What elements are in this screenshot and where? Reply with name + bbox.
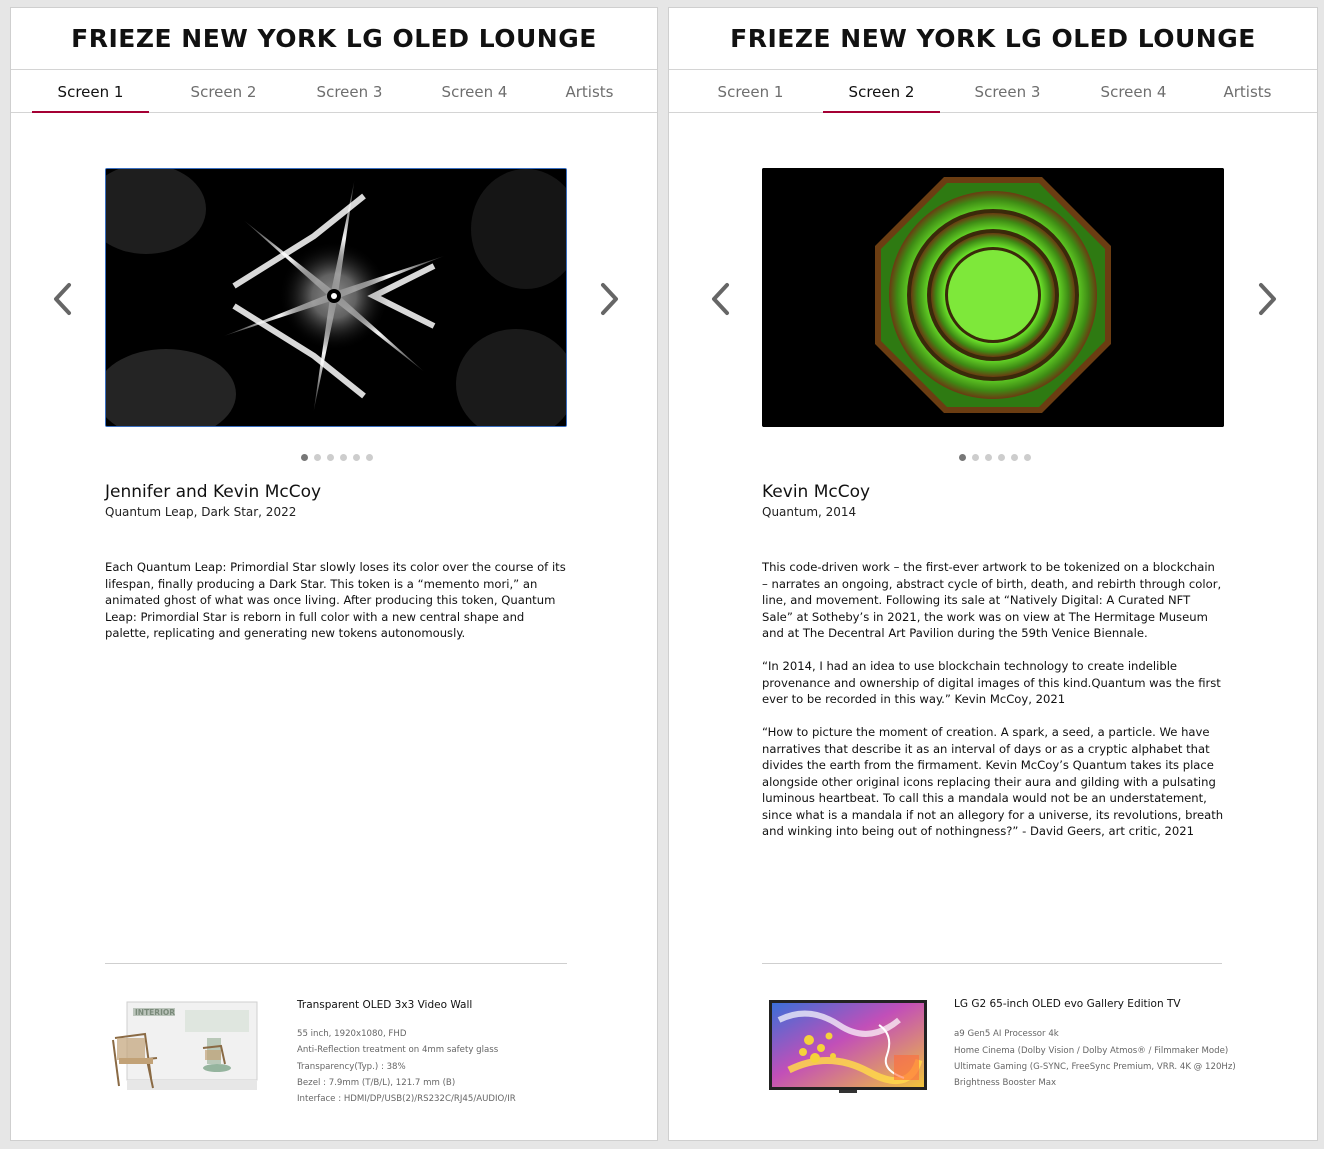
tab-artists[interactable]: Artists xyxy=(1189,70,1306,112)
tab-bar: Screen 1 Screen 2 Screen 3 Screen 4 Arti… xyxy=(669,70,1317,113)
carousel-dot[interactable] xyxy=(985,454,992,461)
product-image-label: INTERIOR xyxy=(135,1008,175,1017)
lg-g2-tv-image xyxy=(769,1000,927,1093)
transparent-oled-image: INTERIOR xyxy=(112,1001,258,1090)
product-spec: Home Cinema (Dolby Vision / Dolby Atmos®… xyxy=(954,1046,1229,1056)
tab-screen-1[interactable]: Screen 1 xyxy=(692,70,809,112)
tab-screen-3[interactable]: Screen 3 xyxy=(949,70,1066,112)
artwork-image[interactable] xyxy=(762,168,1224,427)
quote-paragraph: “How to picture the moment of creation. … xyxy=(762,725,1224,838)
carousel-dot[interactable] xyxy=(314,454,321,461)
chevron-right-icon[interactable] xyxy=(1255,281,1279,317)
carousel-dot[interactable] xyxy=(998,454,1005,461)
product-name: LG G2 65-inch OLED evo Gallery Edition T… xyxy=(954,998,1181,1010)
product-spec: a9 Gen5 AI Processor 4k xyxy=(954,1029,1059,1039)
product-spec: Interface : HDMI/DP/USB(2)/RS232C/RJ45/A… xyxy=(297,1094,516,1104)
artwork-title: Quantum Leap, Dark Star, 2022 xyxy=(105,505,297,519)
product-spec: 55 inch, 1920x1080, FHD xyxy=(297,1029,407,1039)
quantum-artwork xyxy=(762,168,1224,427)
chevron-right-icon[interactable] xyxy=(597,281,621,317)
tab-screen-4[interactable]: Screen 4 xyxy=(1075,70,1192,112)
tab-screen-1[interactable]: Screen 1 xyxy=(32,70,149,113)
product-name: Transparent OLED 3x3 Video Wall xyxy=(297,999,473,1011)
quote-paragraph: “In 2014, I had an idea to use blockchai… xyxy=(762,659,1221,706)
product-spec: Bezel : 7.9mm (T/B/L), 121.7 mm (B) xyxy=(297,1078,456,1088)
carousel-dot[interactable] xyxy=(959,454,966,461)
carousel-dot[interactable] xyxy=(301,454,308,461)
screen-2-panel: FRIEZE NEW YORK LG OLED LOUNGE Screen 1 … xyxy=(668,7,1318,1141)
tab-screen-4[interactable]: Screen 4 xyxy=(416,70,533,112)
screen-1-panel: FRIEZE NEW YORK LG OLED LOUNGE Screen 1 … xyxy=(10,7,658,1141)
tab-artists[interactable]: Artists xyxy=(531,70,648,112)
tab-screen-2[interactable]: Screen 2 xyxy=(165,70,282,112)
carousel-dot[interactable] xyxy=(366,454,373,461)
description-paragraph: This code-driven work – the first-ever a… xyxy=(762,560,1222,640)
product-spec: Transparency(Typ.) : 38% xyxy=(297,1062,406,1072)
chevron-left-icon[interactable] xyxy=(51,281,75,317)
product-spec: Brightness Booster Max xyxy=(954,1078,1057,1088)
artist-name: Jennifer and Kevin McCoy xyxy=(105,482,322,502)
carousel-dot[interactable] xyxy=(972,454,979,461)
artist-name: Kevin McCoy xyxy=(762,482,871,502)
artwork-title: Quantum, 2014 xyxy=(762,505,857,519)
divider xyxy=(105,963,567,964)
carousel-dot[interactable] xyxy=(340,454,347,461)
carousel-dot[interactable] xyxy=(353,454,360,461)
dark-star-artwork xyxy=(106,169,566,426)
artwork-description: Each Quantum Leap: Primordial Star slowl… xyxy=(105,559,567,658)
product-spec: Anti-Reflection treatment on 4mm safety … xyxy=(297,1045,499,1055)
tab-bar: Screen 1 Screen 2 Screen 3 Screen 4 Arti… xyxy=(11,70,657,113)
chevron-left-icon[interactable] xyxy=(709,281,733,317)
tab-screen-2[interactable]: Screen 2 xyxy=(823,70,940,113)
artwork-description: This code-driven work – the first-ever a… xyxy=(762,559,1224,856)
divider xyxy=(762,963,1222,964)
carousel-dot[interactable] xyxy=(1024,454,1031,461)
artwork-image[interactable] xyxy=(105,168,567,427)
carousel-dot[interactable] xyxy=(1011,454,1018,461)
product-spec: Ultimate Gaming (G-SYNC, FreeSync Premiu… xyxy=(954,1062,1236,1072)
page-title: FRIEZE NEW YORK LG OLED LOUNGE xyxy=(11,8,657,70)
description-paragraph: Each Quantum Leap: Primordial Star slowl… xyxy=(105,560,566,640)
page-title: FRIEZE NEW YORK LG OLED LOUNGE xyxy=(669,8,1317,70)
tab-screen-3[interactable]: Screen 3 xyxy=(291,70,408,112)
carousel-dot[interactable] xyxy=(327,454,334,461)
